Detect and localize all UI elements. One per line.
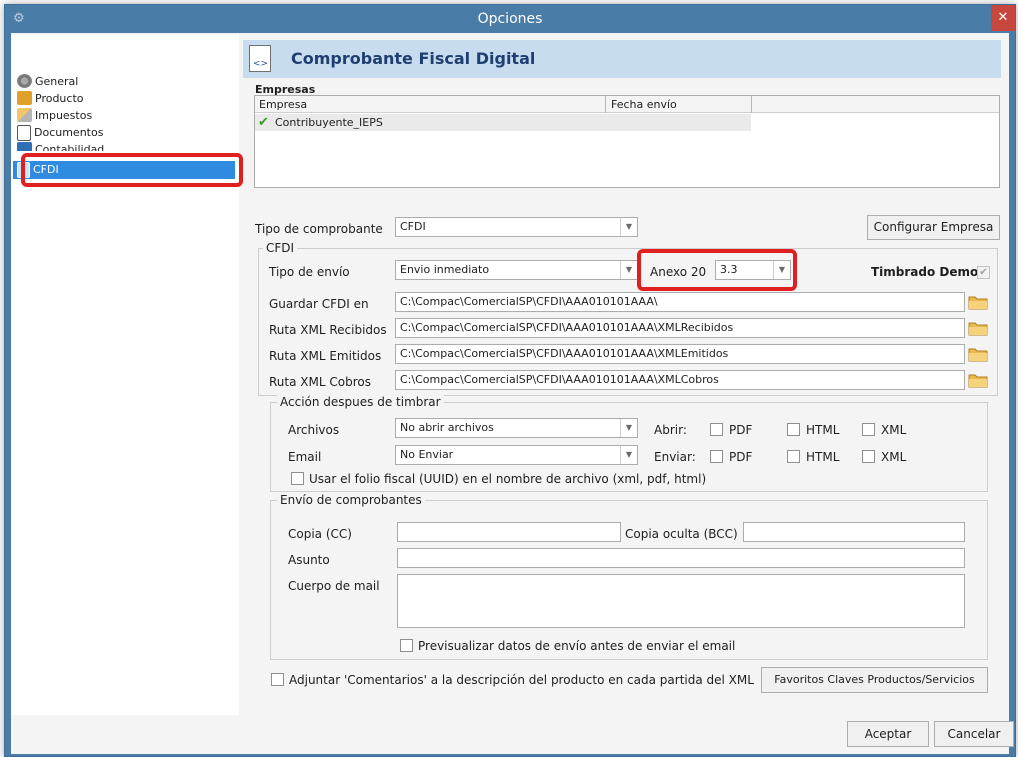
chevron-down-icon[interactable]: ▼ [620,218,637,236]
anexo-highlight-box [637,249,797,291]
box-icon [17,91,32,105]
tipo-comprobante-value: CFDI [400,220,426,233]
abrir-label: Abrir: [654,423,687,437]
enviar-pdf-label: PDF [729,450,753,464]
copia-label: Copia (CC) [288,527,352,541]
archivos-select[interactable]: No abrir archivos ▼ [395,418,638,438]
folder-icon[interactable] [968,319,988,337]
close-button[interactable]: ✕ [991,5,1015,31]
email-select[interactable]: No Enviar ▼ [395,445,638,465]
chevron-down-icon[interactable]: ▼ [620,419,637,437]
nav-item-label: Impuestos [35,109,93,122]
column-divider [605,96,606,113]
abrir-html-label: HTML [806,423,840,437]
table-header: Empresa Fecha envío [255,96,999,113]
uuid-checkbox[interactable] [291,472,304,485]
asunto-input[interactable] [397,548,965,568]
cancelar-button[interactable]: Cancelar [934,721,1014,747]
abrir-xml-label: XML [881,423,907,437]
abrir-pdf-label: PDF [729,423,753,437]
archivos-value: No abrir archivos [400,421,494,434]
cuerpo-label: Cuerpo de mail [288,579,380,593]
enviar-html-label: HTML [806,450,840,464]
enviar-label: Enviar: [654,450,696,464]
guardar-cfdi-input[interactable]: C:\Compac\ComercialSP\CFDI\AAA010101AAA\ [395,292,965,312]
path-label-emitidos: Ruta XML Emitidos [269,349,382,363]
previsualizar-checkbox[interactable] [400,639,413,652]
enviar-xml-checkbox[interactable] [862,450,875,463]
books-icon [17,142,32,151]
column-header-fecha-envio[interactable]: Fecha envío [611,96,677,113]
ruta-xml-recibidos-input[interactable]: C:\Compac\ComercialSP\CFDI\AAA010101AAA\… [395,318,965,338]
cfdi-group-title: CFDI [263,241,298,255]
envio-group-title: Envío de comprobantes [277,493,425,507]
table-row[interactable]: ✔ Contribuyente_IEPS [255,114,751,131]
column-header-empresa[interactable]: Empresa [259,96,307,113]
document-icon [17,125,31,141]
xml-document-icon: <> [249,45,271,72]
folder-icon[interactable] [968,371,988,389]
enviar-xml-label: XML [881,450,907,464]
tipo-comprobante-label: Tipo de comprobante [255,222,383,236]
path-label-guardar: Guardar CFDI en [269,297,369,311]
nav-item-contabilidad[interactable]: Contabilidad [13,141,235,151]
ruta-xml-emitidos-input[interactable]: C:\Compac\ComercialSP\CFDI\AAA010101AAA\… [395,344,965,364]
tax-icon [17,108,32,122]
window-title: Opciones [477,11,543,27]
asunto-label: Asunto [288,553,330,567]
gear-icon [17,74,32,88]
empresas-table: Empresa Fecha envío ✔ Contribuyente_IEPS [254,95,1000,188]
chevron-down-icon[interactable]: ▼ [620,446,637,464]
enviar-pdf-checkbox[interactable] [710,450,723,463]
previsualizar-label: Previsualizar datos de envío antes de en… [418,639,736,653]
chevron-down-icon[interactable]: ▼ [620,261,637,279]
accion-group-title: Acción despues de timbrar [277,395,444,409]
section-title: Comprobante Fiscal Digital [291,49,536,68]
options-nav-panel: General Producto Impuestos Documentos Co… [11,35,243,715]
cfdi-highlight-box [21,153,243,187]
title-bar[interactable]: ⚙ Opciones ✕ [5,5,1015,33]
nav-item-producto[interactable]: Producto [13,90,235,107]
nav-item-documentos[interactable]: Documentos [13,124,235,141]
column-divider [751,96,752,113]
nav-item-impuestos[interactable]: Impuestos [13,107,235,124]
archivos-label: Archivos [288,423,340,437]
path-label-recibidos: Ruta XML Recibidos [269,323,387,337]
path-label-cobros: Ruta XML Cobros [269,375,371,389]
enviar-html-checkbox[interactable] [787,450,800,463]
copia-oculta-input[interactable] [743,522,965,542]
folder-icon[interactable] [968,345,988,363]
adjuntar-label: Adjuntar 'Comentarios' a la descripción … [289,673,754,687]
options-window: ⚙ Opciones ✕ General Producto Impuestos … [4,4,1016,757]
tipo-envio-value: Envio inmediato [400,263,490,276]
abrir-xml-checkbox[interactable] [862,423,875,436]
nav-item-label: General [35,75,79,88]
tipo-comprobante-select[interactable]: CFDI ▼ [395,217,638,237]
section-header: <> Comprobante Fiscal Digital [243,40,1001,78]
folder-icon[interactable] [968,293,988,311]
abrir-html-checkbox[interactable] [787,423,800,436]
nav-item-general[interactable]: General [13,73,235,90]
copia-input[interactable] [397,522,621,542]
empresa-cell: Contribuyente_IEPS [275,116,383,129]
email-value: No Enviar [400,448,454,461]
nav-item-label: Documentos [34,126,104,139]
check-icon: ✔ [258,115,269,130]
email-label: Email [288,450,322,464]
nav-item-label: Producto [35,92,84,105]
cuerpo-textarea[interactable] [397,574,965,628]
tipo-envio-select[interactable]: Envio inmediato ▼ [395,260,638,280]
timbrado-demo-checkbox[interactable]: ✔ [977,266,990,279]
abrir-pdf-checkbox[interactable] [710,423,723,436]
favoritos-claves-button[interactable]: Favoritos Claves Productos/Servicios [761,667,988,693]
aceptar-button[interactable]: Aceptar [847,721,929,747]
adjuntar-checkbox[interactable] [271,673,284,686]
configurar-empresa-button[interactable]: Configurar Empresa [867,215,1000,240]
copia-oculta-label: Copia oculta (BCC) [625,527,738,541]
timbrado-demo-label: Timbrado Demo [871,265,979,279]
uuid-label: Usar el folio fiscal (UUID) en el nombre… [309,472,707,486]
tipo-envio-label: Tipo de envío [269,265,350,279]
ruta-xml-cobros-input[interactable]: C:\Compac\ComercialSP\CFDI\AAA010101AAA\… [395,370,965,390]
nav-item-label: Contabilidad [35,143,105,151]
